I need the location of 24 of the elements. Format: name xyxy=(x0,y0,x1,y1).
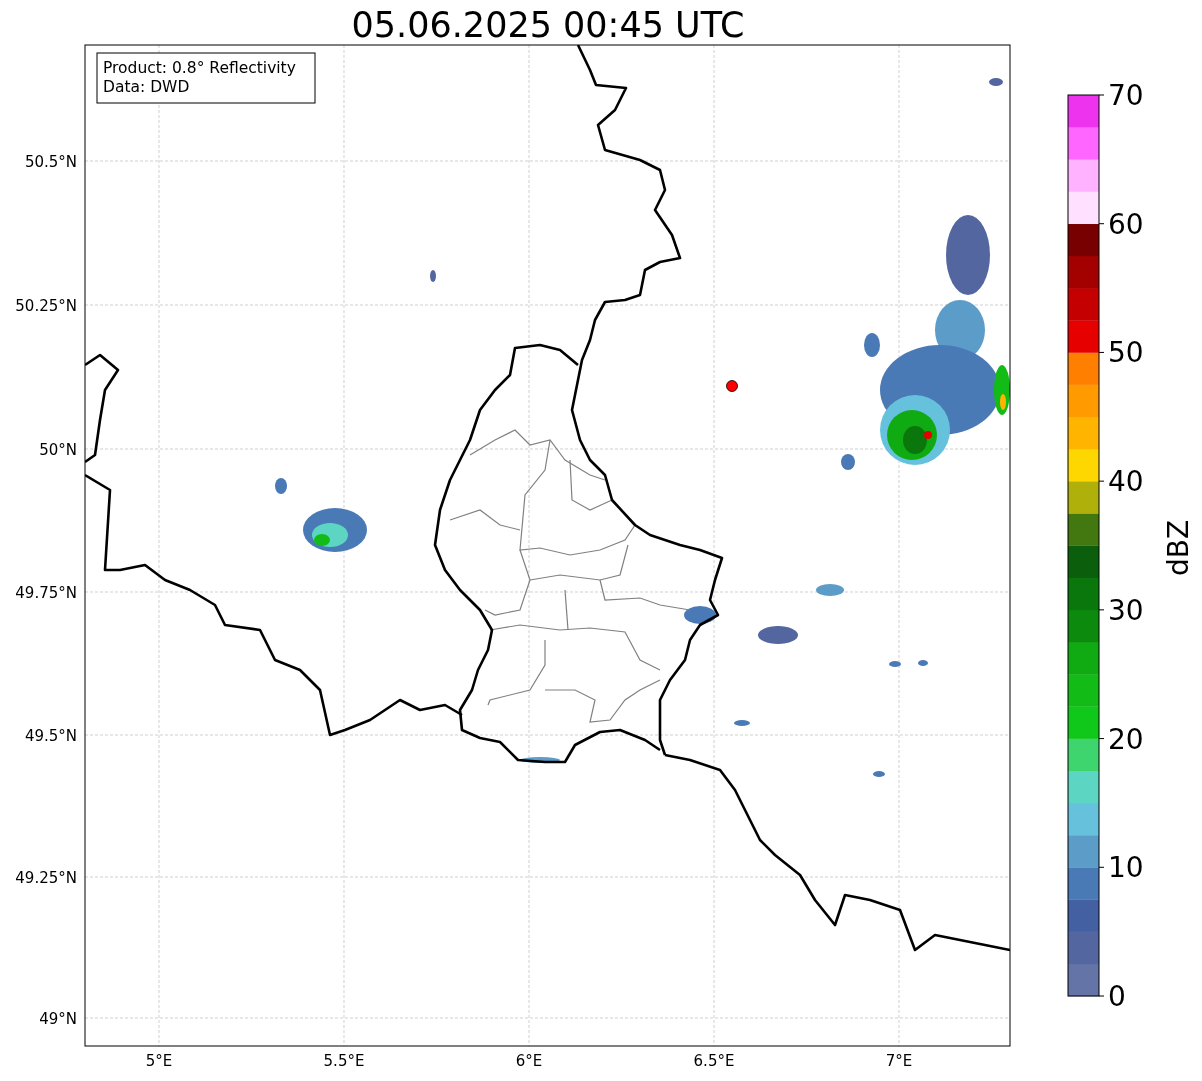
colorbar-label: dBZ xyxy=(1162,519,1195,577)
colorbar-tick-label: 60 xyxy=(1108,207,1144,241)
colorbar-tick-label: 20 xyxy=(1108,722,1144,756)
latitude-label: 49°N xyxy=(39,1010,77,1028)
location-marker xyxy=(726,380,738,392)
longitude-label: 6.5°E xyxy=(693,1052,735,1070)
latitude-label: 50°N xyxy=(39,441,77,459)
colorbar-tick-label: 30 xyxy=(1108,593,1144,627)
latitude-label: 49.5°N xyxy=(24,727,77,745)
longitude-label: 5°E xyxy=(145,1052,173,1070)
chart-title: 05.06.2025 00:45 UTC xyxy=(351,5,745,45)
longitude-label: 6°E xyxy=(515,1052,543,1070)
colorbar-tick-label: 40 xyxy=(1108,465,1144,499)
colorbar-tick-label: 70 xyxy=(1108,79,1144,112)
colorbar-tick-label: 50 xyxy=(1108,336,1144,370)
latitude-label: 49.75°N xyxy=(15,584,77,602)
colorbar-tick-label: 0 xyxy=(1108,980,1126,1013)
longitude-label: 7°E xyxy=(885,1052,913,1070)
latitude-label: 50.5°N xyxy=(24,153,77,171)
colorbar-tick-label: 10 xyxy=(1108,851,1144,885)
latitude-label: 50.25°N xyxy=(15,297,77,315)
info-box: Product: 0.8° Reflectivity Data: DWD xyxy=(96,52,316,104)
longitude-label: 5.5°E xyxy=(323,1052,365,1070)
latitude-label: 49.25°N xyxy=(15,869,77,887)
